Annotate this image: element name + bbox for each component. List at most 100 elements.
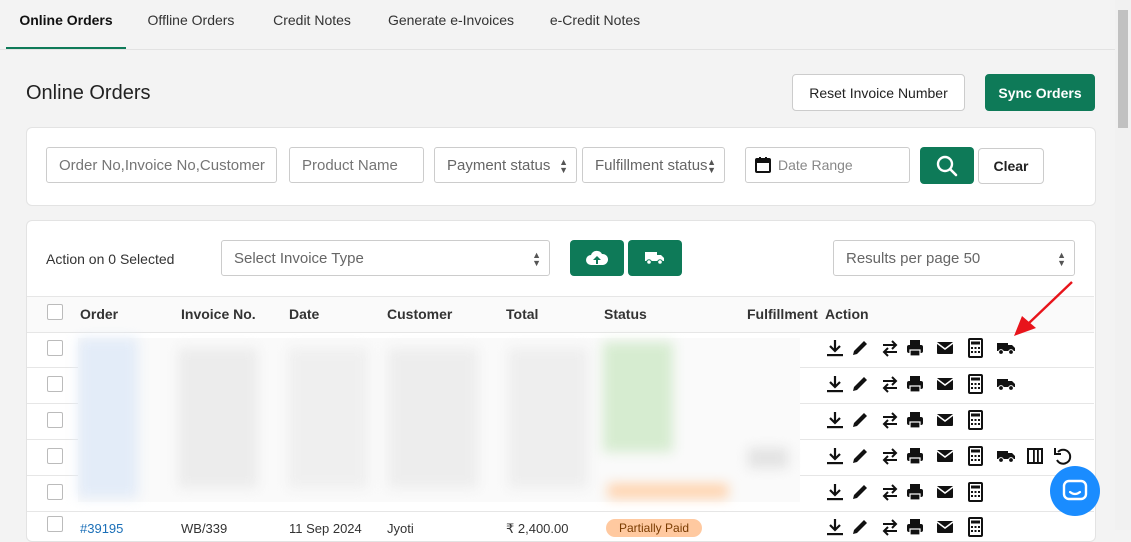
date-range-input[interactable]: Date Range [745, 147, 910, 183]
edit-icon[interactable] [850, 338, 870, 358]
row-checkbox[interactable] [47, 340, 63, 356]
truck-icon[interactable] [996, 446, 1016, 466]
product-name-input[interactable] [289, 147, 424, 183]
redacted-status-column [603, 342, 673, 452]
vertical-scrollbar[interactable] [1115, 0, 1131, 530]
columns-icon[interactable] [1025, 446, 1045, 466]
email-icon[interactable] [935, 410, 955, 430]
row-checkbox[interactable] [47, 448, 63, 464]
print-icon[interactable] [905, 517, 925, 537]
column-header-invoice: Invoice No. [181, 306, 256, 322]
invoice-number: WB/339 [181, 521, 228, 536]
tab-credit-notes[interactable]: Credit Notes [262, 0, 362, 47]
chat-widget-button[interactable] [1050, 466, 1100, 516]
email-icon[interactable] [935, 446, 955, 466]
bulk-shipping-button[interactable] [628, 240, 682, 276]
download-icon[interactable] [825, 517, 845, 537]
row-divider [27, 511, 1094, 512]
email-icon[interactable] [935, 482, 955, 502]
calendar-icon [755, 157, 771, 173]
clear-button[interactable]: Clear [978, 148, 1044, 184]
print-icon[interactable] [905, 374, 925, 394]
undo-icon[interactable] [1052, 446, 1072, 466]
transfer-icon[interactable] [880, 410, 900, 430]
tab-generate-e-invoices[interactable]: Generate e-Invoices [378, 0, 524, 47]
search-input[interactable] [46, 147, 277, 183]
column-header-total: Total [506, 306, 539, 322]
calculator-icon[interactable] [965, 410, 985, 430]
invoice-type-label: Select Invoice Type [234, 249, 364, 267]
calculator-icon[interactable] [965, 517, 985, 537]
results-per-page-select[interactable]: Results per page 50 ▲ ▼ [833, 240, 1075, 276]
column-header-customer: Customer [387, 306, 453, 322]
order-total: ₹ 2,400.00 [506, 521, 569, 536]
edit-icon[interactable] [850, 410, 870, 430]
redacted-invoice-column [178, 348, 258, 488]
email-icon[interactable] [935, 517, 955, 537]
download-icon[interactable] [825, 446, 845, 466]
redacted-total-column [508, 348, 588, 488]
reset-invoice-number-button[interactable]: Reset Invoice Number [792, 74, 965, 111]
calculator-icon[interactable] [965, 338, 985, 358]
row-checkbox[interactable] [47, 484, 63, 500]
row-checkbox[interactable] [47, 376, 63, 392]
tab-e-credit-notes[interactable]: e-Credit Notes [540, 0, 650, 47]
cloud-upload-button[interactable] [570, 240, 624, 276]
print-icon[interactable] [905, 446, 925, 466]
email-icon[interactable] [935, 338, 955, 358]
column-header-status: Status [604, 306, 647, 322]
tab-offline-orders[interactable]: Offline Orders [136, 0, 246, 47]
column-header-order: Order [80, 306, 119, 322]
redacted-fulfillment [748, 448, 788, 468]
results-per-page-label: Results per page 50 [846, 249, 981, 267]
fulfillment-status-label: Fulfillment status [595, 156, 708, 174]
edit-icon[interactable] [850, 446, 870, 466]
customer-name: Jyoti [387, 521, 414, 536]
column-header-fulfillment: Fulfillment [747, 306, 818, 322]
select-caret-icon: ▲ ▼ [532, 250, 541, 268]
print-icon[interactable] [905, 338, 925, 358]
page-title: Online Orders [26, 82, 151, 104]
order-date: 11 Sep 2024 [289, 521, 362, 536]
invoice-type-select[interactable]: Select Invoice Type ▲ ▼ [221, 240, 550, 276]
truck-icon [645, 252, 664, 265]
edit-icon[interactable] [850, 482, 870, 502]
transfer-icon[interactable] [880, 482, 900, 502]
scrollbar-thumb[interactable] [1118, 10, 1128, 128]
status-badge: Partially Paid [606, 519, 703, 537]
calculator-icon[interactable] [965, 482, 985, 502]
edit-icon[interactable] [850, 374, 870, 394]
payment-status-select[interactable]: Payment status ▲ ▼ [434, 147, 577, 183]
transfer-icon[interactable] [880, 338, 900, 358]
sync-orders-button[interactable]: Sync Orders [985, 74, 1095, 111]
download-icon[interactable] [825, 482, 845, 502]
payment-status-label: Payment status [447, 156, 551, 174]
email-icon[interactable] [935, 374, 955, 394]
select-all-checkbox[interactable] [47, 304, 63, 320]
select-caret-icon: ▲ ▼ [559, 157, 568, 175]
download-icon[interactable] [825, 374, 845, 394]
download-icon[interactable] [825, 410, 845, 430]
calculator-icon[interactable] [965, 374, 985, 394]
search-button[interactable] [920, 147, 974, 184]
transfer-icon[interactable] [880, 446, 900, 466]
transfer-icon[interactable] [880, 517, 900, 537]
print-icon[interactable] [905, 482, 925, 502]
truck-icon[interactable] [996, 374, 1016, 394]
calculator-icon[interactable] [965, 446, 985, 466]
column-header-date: Date [289, 306, 320, 322]
tab-online-orders[interactable]: Online Orders [6, 0, 126, 49]
annotation-arrow [1014, 281, 1073, 336]
tab-bar: Online Orders Offline Orders Credit Note… [0, 0, 1115, 50]
redacted-date-column [288, 348, 368, 488]
selection-count-label: Action on 0 Selected [46, 251, 175, 267]
cloud-upload-icon [586, 250, 608, 265]
select-caret-icon: ▲ ▼ [707, 157, 716, 175]
edit-icon[interactable] [850, 517, 870, 537]
print-icon[interactable] [905, 410, 925, 430]
fulfillment-status-select[interactable]: Fulfillment status ▲ ▼ [582, 147, 725, 183]
download-icon[interactable] [825, 338, 845, 358]
order-link[interactable]: #39195 [80, 521, 123, 536]
row-checkbox[interactable] [47, 412, 63, 428]
transfer-icon[interactable] [880, 374, 900, 394]
